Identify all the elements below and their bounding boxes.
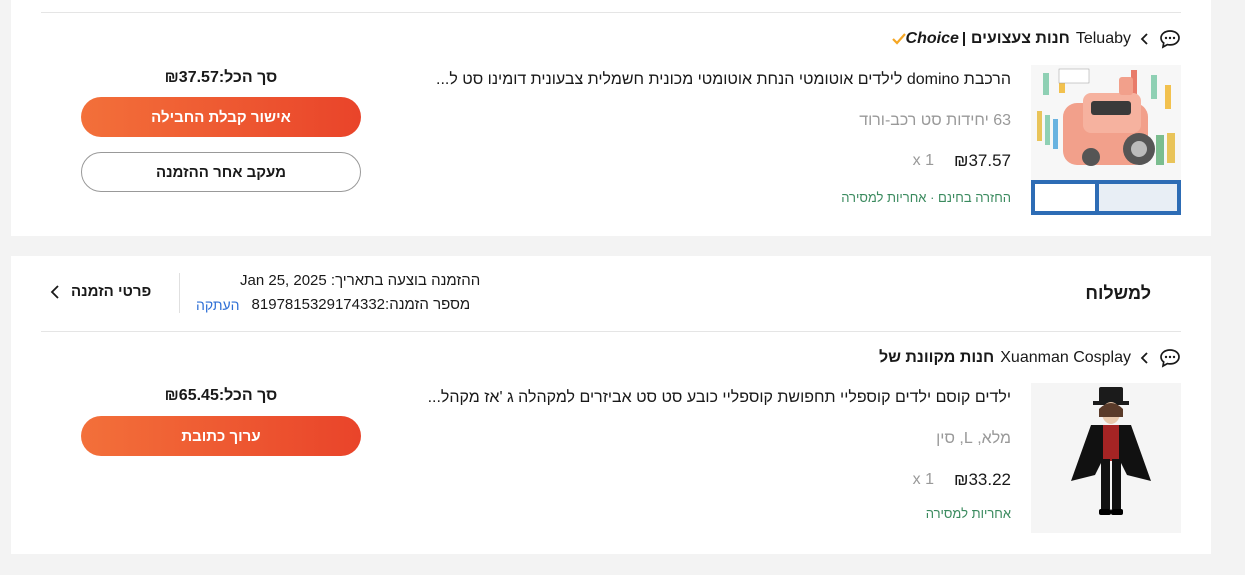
price-row: ₪33.22 x 1 bbox=[913, 470, 1011, 490]
order-card-2: למשלוח ההזמנה בוצעה בתאריך: Jan 25, 2025… bbox=[11, 256, 1211, 554]
product-image-train[interactable] bbox=[1031, 65, 1181, 215]
store-type-label: חנות צעצועים bbox=[970, 30, 1070, 47]
order-total: סך הכל:₪65.45 bbox=[164, 387, 278, 404]
track-order-button[interactable]: מעקב אחר ההזמנה bbox=[81, 152, 361, 192]
chat-icon[interactable] bbox=[1159, 348, 1181, 368]
copy-order-number-link[interactable]: העתקה bbox=[196, 297, 240, 313]
order-status: למשלוח bbox=[1085, 283, 1151, 303]
product-title-link[interactable]: הרכבת domino לילדים אוטומטי הנחת אוטומטי… bbox=[421, 71, 1011, 89]
edit-address-button[interactable]: ערוך כתובת bbox=[81, 416, 361, 456]
product-price: ₪33.22 bbox=[954, 470, 1011, 489]
price-row: ₪37.57 x 1 bbox=[913, 151, 1011, 171]
product-sku: מלא, L, סין bbox=[936, 430, 1011, 447]
order-total: סך הכל:₪37.57 bbox=[164, 69, 278, 86]
store-type-label: חנות מקוונת של bbox=[878, 349, 995, 366]
order-number: מספר הזמנה:8197815329174332 bbox=[251, 296, 471, 313]
order-number-row: העתקה מספר הזמנה:8197815329174332 bbox=[196, 296, 470, 313]
chat-icon[interactable] bbox=[1159, 29, 1181, 49]
product-title-link[interactable]: ילדים קוסם ילדים קוספליי תחפושת קוספליי … bbox=[421, 389, 1011, 407]
order-details-link[interactable]: פרטי הזמנה bbox=[49, 283, 151, 300]
chevron-left-icon[interactable] bbox=[1137, 350, 1153, 366]
check-icon bbox=[891, 33, 906, 45]
confirm-receipt-button[interactable]: אישור קבלת החבילה bbox=[81, 97, 361, 137]
badge-bar bbox=[962, 32, 965, 46]
product-tags: החזרה בחינם · אחריות למסירה bbox=[841, 190, 1011, 205]
chevron-left-icon bbox=[50, 284, 59, 299]
order-details-label: פרטי הזמנה bbox=[71, 283, 152, 300]
order-card-1: Choice חנות צעצועים Teluaby הרכבת domino… bbox=[11, 0, 1211, 236]
store-row[interactable]: Choice חנות צעצועים Teluaby bbox=[891, 27, 1181, 51]
product-quantity: x 1 bbox=[912, 471, 935, 488]
divider bbox=[41, 12, 1181, 13]
chevron-left-icon[interactable] bbox=[1137, 31, 1153, 47]
product-tags: אחריות למסירה bbox=[925, 506, 1011, 521]
product-price: ₪37.57 bbox=[954, 151, 1011, 170]
choice-label: Choice bbox=[905, 30, 959, 47]
store-name-link[interactable]: Teluaby bbox=[1076, 30, 1131, 48]
choice-badge: Choice bbox=[891, 30, 965, 48]
divider bbox=[41, 331, 1181, 332]
store-row[interactable]: חנות מקוונת של Xuanman Cosplay bbox=[879, 346, 1181, 370]
vertical-separator bbox=[179, 273, 180, 313]
order-date: ההזמנה בוצעה בתאריך: Jan 25, 2025 bbox=[240, 272, 481, 289]
store-name-link[interactable]: Xuanman Cosplay bbox=[1000, 349, 1131, 367]
product-sku: 63 יחידות סט רכב-ורוד bbox=[859, 112, 1011, 129]
product-image-costume[interactable] bbox=[1031, 383, 1181, 533]
product-quantity: x 1 bbox=[912, 152, 935, 169]
